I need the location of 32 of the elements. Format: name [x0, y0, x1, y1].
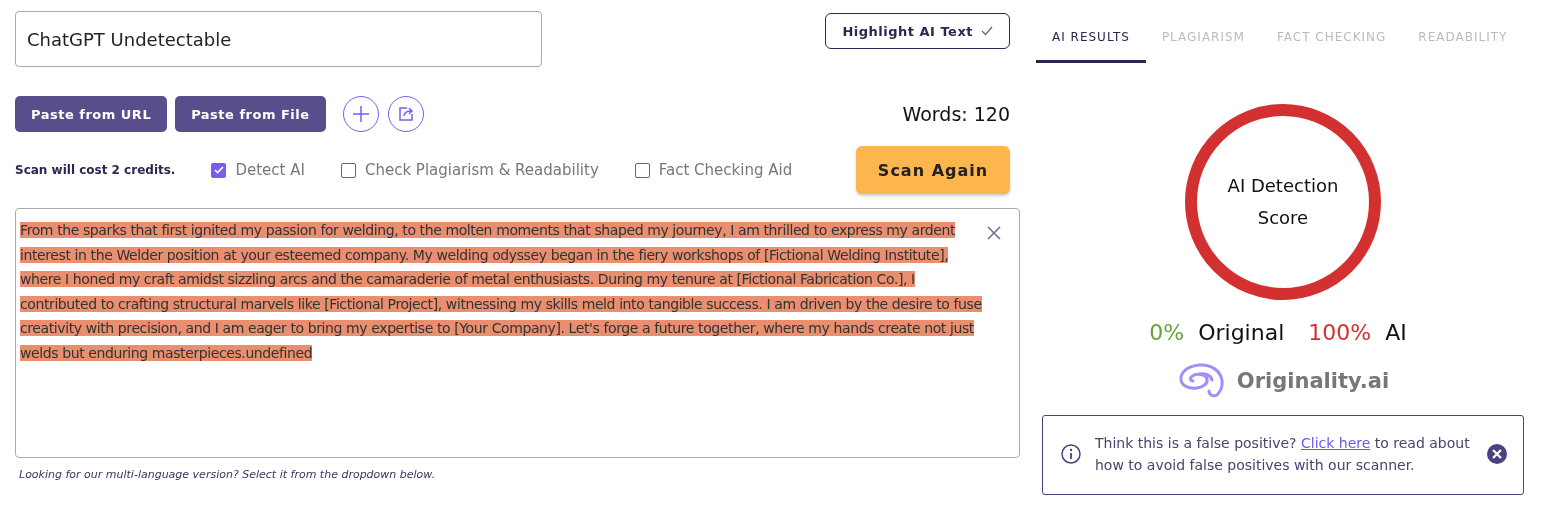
- scan-again-button[interactable]: Scan Again: [856, 146, 1010, 194]
- notice-text: Think this is a false positive? Click here to read about how to avoid false positives with our scanner.: [1095, 434, 1471, 475]
- original-percent: 0%: [1149, 320, 1185, 345]
- close-icon[interactable]: [1487, 444, 1507, 464]
- paste-button[interactable]: Paste from File: [175, 96, 326, 132]
- score-label: AI Detection Score: [1226, 174, 1340, 230]
- option-label: Fact Checking Aid: [658, 161, 793, 179]
- plus-icon: [351, 105, 370, 123]
- highlight-ai-text-button[interactable]: Highlight AI Text: [825, 13, 1010, 49]
- text-editor[interactable]: [15, 208, 1020, 458]
- logo-text: Originality.ai: [1236, 369, 1390, 393]
- results-tab[interactable]: AI RESULTS: [1036, 19, 1146, 63]
- checkbox[interactable]: [211, 162, 227, 178]
- word-count: Words: 120: [902, 103, 1010, 125]
- checkbox[interactable]: [634, 162, 650, 178]
- ai-percent: 100%: [1308, 320, 1372, 345]
- option-label: Detect AI: [235, 161, 305, 179]
- info-icon: [1061, 444, 1081, 464]
- share-button[interactable]: [387, 96, 424, 132]
- paste-button[interactable]: Paste from URL: [15, 96, 168, 132]
- add-button[interactable]: [342, 96, 379, 132]
- ai-label: AI: [1385, 320, 1407, 345]
- title-field[interactable]: ChatGPT Undetectable: [15, 11, 542, 67]
- close-icon[interactable]: [987, 226, 1001, 240]
- option-label: Check Plagiarism & Readability: [364, 161, 599, 179]
- original-label: Original: [1198, 320, 1285, 345]
- credit-cost-note: Scan will cost 2 credits.: [15, 163, 176, 177]
- language-note: Looking for our multi-language version? Select it from the dropdown below.: [19, 468, 437, 481]
- share-icon: [396, 105, 415, 123]
- click-here-link[interactable]: Click here: [1300, 435, 1371, 451]
- check-icon: [981, 26, 993, 36]
- checkbox[interactable]: [340, 162, 356, 178]
